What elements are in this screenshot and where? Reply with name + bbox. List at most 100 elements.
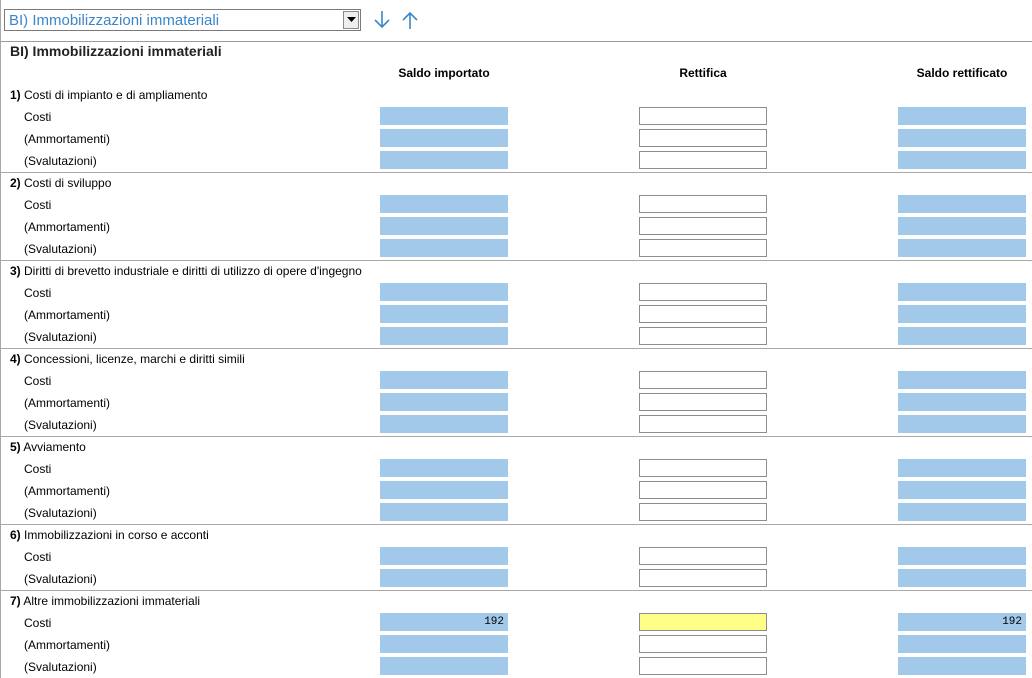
saldo-importato-cell	[380, 547, 508, 565]
row-label: Costi	[24, 110, 52, 124]
group-title: 2) Costi di sviluppo	[10, 176, 111, 190]
rettifica-input[interactable]	[639, 129, 767, 147]
group-title-text: Immobilizzazioni in corso e acconti	[24, 528, 209, 542]
rettifica-input[interactable]	[639, 217, 767, 235]
arrow-down-icon[interactable]	[372, 9, 392, 31]
rettifica-input[interactable]	[639, 327, 767, 345]
row-label: (Ammortamenti)	[24, 308, 111, 322]
saldo-rettificato-cell	[898, 371, 1026, 389]
rettifica-input[interactable]	[639, 305, 767, 323]
saldo-importato-cell	[380, 635, 508, 653]
group-title: 1) Costi di impianto e di ampliamento	[10, 88, 207, 102]
group-number: 2)	[10, 176, 21, 190]
section-selector-value: BI) Immobilizzazioni immateriali	[9, 12, 220, 29]
saldo-rettificato-cell	[898, 239, 1026, 257]
column-header-rettifica: Rettifica	[679, 66, 727, 80]
group-separator	[1, 172, 1032, 173]
saldo-rettificato-cell	[898, 305, 1026, 323]
row-label: Costi	[24, 198, 52, 212]
row-label: Costi	[24, 616, 52, 630]
saldo-rettificato-cell	[898, 459, 1026, 477]
row-label: (Ammortamenti)	[24, 638, 111, 652]
rettifica-input[interactable]	[639, 613, 767, 631]
row-label: (Svalutazioni)	[24, 660, 97, 674]
group-separator	[1, 524, 1032, 525]
row-label: (Svalutazioni)	[24, 418, 97, 432]
saldo-rettificato-cell	[898, 635, 1026, 653]
group-title-text: Diritti di brevetto industriale e diritt…	[24, 264, 362, 278]
saldo-rettificato-cell	[898, 393, 1026, 411]
saldo-rettificato-cell	[898, 283, 1026, 301]
group-title-text: Concessioni, licenze, marchi e diritti s…	[24, 352, 245, 366]
toolbar-divider	[1, 41, 1032, 42]
group-number: 7)	[10, 594, 21, 608]
dropdown-button[interactable]	[343, 11, 359, 29]
row-label: Costi	[24, 286, 52, 300]
group-number: 5)	[10, 440, 21, 454]
saldo-rettificato-cell	[898, 217, 1026, 235]
saldo-rettificato-cell	[898, 195, 1026, 213]
rettifica-input[interactable]	[639, 107, 767, 125]
rettifica-input[interactable]	[639, 635, 767, 653]
group-separator	[1, 436, 1032, 437]
saldo-importato-cell	[380, 393, 508, 411]
group-separator	[1, 590, 1032, 591]
rettifica-input[interactable]	[639, 481, 767, 499]
row-label: Costi	[24, 462, 52, 476]
toolbar: BI) Immobilizzazioni immateriali	[1, 0, 1032, 40]
saldo-rettificato-cell	[898, 107, 1026, 125]
row-label: (Svalutazioni)	[24, 154, 97, 168]
group-title: 5) Avviamento	[10, 440, 86, 454]
group-title-text: Avviamento	[23, 440, 86, 454]
row-label: (Svalutazioni)	[24, 242, 97, 256]
rettifica-input[interactable]	[639, 503, 767, 521]
rettifica-input[interactable]	[639, 371, 767, 389]
saldo-rettificato-cell	[898, 547, 1026, 565]
rettifica-input[interactable]	[639, 415, 767, 433]
group-number: 1)	[10, 88, 21, 102]
saldo-importato-cell	[380, 503, 508, 521]
saldo-rettificato-cell	[898, 503, 1026, 521]
saldo-importato-cell	[380, 129, 508, 147]
group-title: 3) Diritti di brevetto industriale e dir…	[10, 264, 362, 278]
saldo-importato-cell	[380, 481, 508, 499]
row-label: (Ammortamenti)	[24, 132, 111, 146]
saldo-rettificato-cell	[898, 569, 1026, 587]
column-header-saldo-rettificato: Saldo rettificato	[916, 66, 1008, 80]
saldo-importato-cell	[380, 415, 508, 433]
saldo-rettificato-cell	[898, 129, 1026, 147]
group-separator	[1, 260, 1032, 261]
row-label: (Ammortamenti)	[24, 484, 111, 498]
saldo-rettificato-cell	[898, 327, 1026, 345]
saldo-importato-cell	[380, 327, 508, 345]
saldo-rettificato-cell	[898, 657, 1026, 675]
rettifica-input[interactable]	[639, 239, 767, 257]
saldo-importato-cell	[380, 459, 508, 477]
group-title-text: Altre immobilizzazioni immateriali	[23, 594, 201, 608]
rettifica-input[interactable]	[639, 393, 767, 411]
rettifica-input[interactable]	[639, 459, 767, 477]
saldo-rettificato-cell	[898, 481, 1026, 499]
saldo-rettificato-cell	[898, 151, 1026, 169]
rettifica-input[interactable]	[639, 569, 767, 587]
saldo-importato-cell	[380, 305, 508, 323]
row-label: (Svalutazioni)	[24, 330, 97, 344]
arrow-up-icon[interactable]	[400, 9, 420, 31]
saldo-importato-cell	[380, 217, 508, 235]
rettifica-input[interactable]	[639, 547, 767, 565]
group-title-text: Costi di impianto e di ampliamento	[24, 88, 208, 102]
section-selector[interactable]: BI) Immobilizzazioni immateriali	[4, 9, 361, 31]
saldo-importato-cell	[380, 151, 508, 169]
row-label: (Svalutazioni)	[24, 506, 97, 520]
group-separator	[1, 348, 1032, 349]
chevron-down-icon	[347, 17, 356, 22]
group-number: 3)	[10, 264, 21, 278]
rettifica-input[interactable]	[639, 195, 767, 213]
rettifica-input[interactable]	[639, 151, 767, 169]
saldo-importato-cell	[380, 107, 508, 125]
rettifica-input[interactable]	[639, 657, 767, 675]
rettifica-input[interactable]	[639, 283, 767, 301]
group-title: 6) Immobilizzazioni in corso e acconti	[10, 528, 209, 542]
saldo-importato-cell	[380, 657, 508, 675]
row-label: (Ammortamenti)	[24, 396, 111, 410]
